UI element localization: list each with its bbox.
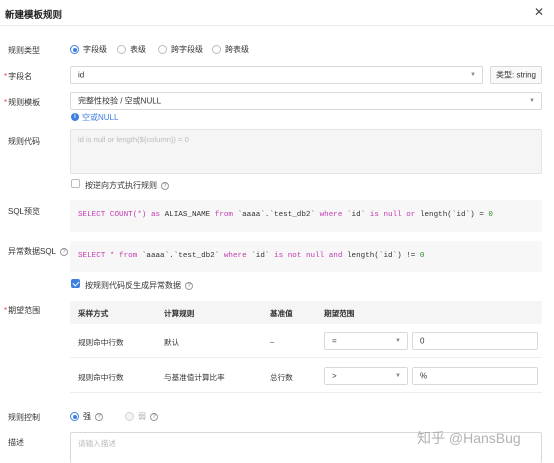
sql-preview-code: SELECT COUNT(*) as ALIAS_NAME from `aaaa… (78, 211, 493, 219)
description-placeholder: 请输入描述 (78, 439, 116, 448)
rule-control-label: 规则控制 (8, 413, 40, 422)
rule-template-select[interactable]: 完整性校验 / 空或NULL ▼ (70, 92, 542, 110)
expect-value-input[interactable]: % (412, 367, 538, 385)
operator-select[interactable]: = ▼ (324, 332, 408, 350)
radio-circle (125, 412, 134, 421)
radio-circle (70, 412, 79, 421)
reverse-exec-checkbox[interactable] (71, 179, 80, 188)
chevron-down-icon: ▼ (395, 338, 401, 344)
rule-template-label: *规则模板 (4, 98, 41, 107)
cell-base: – (270, 337, 275, 346)
radio-label: 强 (83, 412, 91, 421)
abnormal-sql-label: 异常数据SQL? (8, 246, 69, 257)
rule-code-label: 规则代码 (8, 137, 40, 146)
rule-type-label: 规则类型 (8, 46, 40, 55)
reverse-exec-label: 按逆向方式执行规则? (85, 180, 169, 191)
rule-template-hint-link[interactable]: 空或NULL (82, 112, 118, 123)
radio-circle (212, 45, 221, 54)
help-icon: ? (95, 412, 103, 421)
cell-sample: 规则命中行数 (78, 338, 124, 347)
radio-cross-table-level[interactable]: 跨表级 (212, 44, 249, 55)
help-icon: ? (185, 281, 193, 290)
expect-range-table-header: 采样方式 计算规则 基准值 期望范围 (70, 301, 542, 324)
help-icon: ? (60, 247, 69, 256)
sql-preview-box: SELECT COUNT(*) as ALIAS_NAME from `aaaa… (70, 200, 542, 232)
radio-label: 跨表级 (225, 45, 249, 54)
help-icon: ? (161, 181, 169, 190)
radio-label: 弱 (138, 412, 146, 421)
field-name-select[interactable]: id ▼ (70, 66, 483, 84)
chevron-down-icon: ▼ (395, 373, 401, 379)
abnormal-sql-code: SELECT * from `aaaa`.`test_db2` where `i… (78, 252, 425, 260)
watermark-text: 知乎 @HansBug (417, 430, 521, 446)
description-label: 描述 (8, 438, 24, 447)
col-header-expect: 期望范围 (324, 309, 355, 318)
radio-weak[interactable]: 弱 ? (125, 411, 158, 422)
radio-label: 字段级 (83, 45, 107, 54)
table-row: 规则命中行数 与基准值计算比率 总行数 > ▼ % (70, 359, 542, 393)
col-header-base: 基准值 (270, 309, 293, 318)
abnormal-sql-box: SELECT * from `aaaa`.`test_db2` where `i… (70, 241, 542, 272)
col-header-rule: 计算规则 (164, 309, 195, 318)
operator-value: = (332, 336, 337, 346)
chevron-down-icon: ▼ (529, 98, 535, 104)
expect-value: % (420, 371, 428, 381)
dialog-header: 新建模板规则 ✕ (0, 0, 554, 26)
rule-code-placeholder: id is null or length(${column}) = 0 (78, 135, 189, 144)
cell-sample: 规则命中行数 (78, 373, 124, 382)
field-name-label: *字段名 (4, 72, 33, 81)
field-name-value: id (78, 70, 85, 80)
operator-select[interactable]: > ▼ (324, 367, 408, 385)
expect-value: 0 (420, 336, 425, 346)
expect-range-label: *期望范围 (4, 306, 41, 315)
expect-value-input[interactable]: 0 (412, 332, 538, 350)
radio-circle (158, 45, 167, 54)
table-row: 规则命中行数 默认 – = ▼ 0 (70, 324, 542, 358)
operator-value: > (332, 371, 337, 381)
gen-abnormal-label: 按规则代码反生成异常数据? (85, 280, 193, 291)
radio-label: 表级 (130, 45, 146, 54)
radio-label: 跨字段级 (171, 45, 203, 54)
chevron-down-icon: ▼ (470, 72, 476, 78)
radio-cross-field-level[interactable]: 跨字段级 (158, 44, 203, 55)
radio-strong[interactable]: 强 ? (70, 411, 103, 422)
radio-circle (117, 45, 126, 54)
cell-rule: 默认 (164, 338, 180, 347)
close-icon[interactable]: ✕ (534, 5, 544, 19)
radio-table-level[interactable]: 表级 (117, 44, 146, 55)
radio-circle (70, 45, 79, 54)
gen-abnormal-checkbox[interactable] (71, 279, 80, 288)
rule-code-textarea[interactable]: id is null or length(${column}) = 0 (70, 129, 542, 174)
help-icon: ? (150, 412, 158, 421)
radio-field-level[interactable]: 字段级 (70, 44, 107, 55)
info-icon: i (71, 113, 79, 121)
sql-preview-label: SQL预览 (8, 207, 41, 216)
col-header-sample: 采样方式 (78, 309, 109, 318)
cell-rule: 与基准值计算比率 (164, 373, 225, 382)
field-type-value: 类型: string (496, 70, 537, 80)
rule-template-value: 完整性校验 / 空或NULL (78, 96, 162, 106)
dialog-title: 新建模板规则 (5, 10, 63, 21)
field-type-display: 类型: string (490, 66, 542, 84)
cell-base: 总行数 (270, 373, 293, 382)
